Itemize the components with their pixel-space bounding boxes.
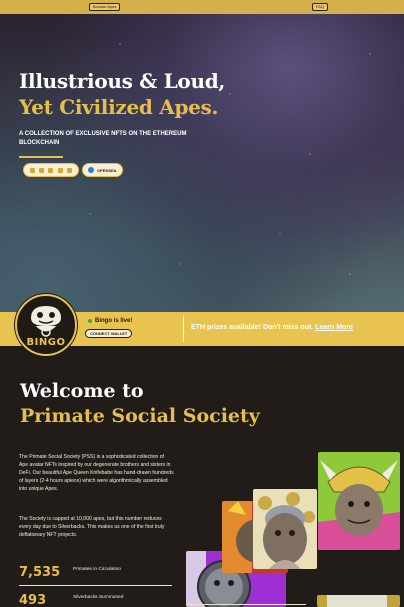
social-links: [23, 163, 79, 177]
prize-text: ETH prizes available! Don't miss out.: [191, 324, 314, 331]
ape-nft-image: [253, 489, 317, 569]
hero-divider: [19, 156, 63, 158]
ape-nft-image: [317, 595, 400, 607]
stat-label: Primates in Circulation: [73, 567, 121, 572]
logo-text: BINGO: [26, 337, 66, 348]
prize-message: ETH prizes available! Don't miss out. Le…: [191, 324, 353, 331]
stat-silverbacks-summoned: 493 Silverbacks Summoned: [19, 593, 172, 607]
telegram-icon[interactable]: [57, 167, 63, 173]
browse-apes-button[interactable]: Browse Apes: [89, 3, 121, 11]
opensea-button[interactable]: OPENSEA: [82, 163, 123, 177]
about-paragraph-2: The Society is capped at 10,000 apes, bu…: [19, 516, 165, 539]
bingo-live-text: Bingo is live!: [95, 318, 133, 324]
ape-nft-image: [318, 452, 400, 550]
instagram-icon[interactable]: [48, 167, 54, 173]
top-bar: Browse Apes FAQ: [0, 0, 404, 14]
welcome-heading-line1: Welcome to: [20, 380, 144, 402]
welcome-heading-line2: Primate Social Society: [20, 405, 260, 427]
hero-subtitle: A COLLECTION OF EXCLUSIVE NFTs ON THE ET…: [19, 131, 187, 146]
hero-title: Illustrious & Loud, Yet Civilized Apes.: [19, 68, 225, 120]
twitter-icon[interactable]: [30, 167, 36, 173]
bingo-logo[interactable]: BINGO: [15, 294, 77, 356]
reddit-icon[interactable]: [66, 167, 72, 173]
welcome-heading: Welcome to Primate Social Society: [20, 379, 260, 429]
banner-divider: [183, 316, 184, 342]
hero-title-line2: Yet Civilized Apes.: [19, 95, 219, 119]
hero-section: Illustrious & Loud, Yet Civilized Apes. …: [0, 14, 404, 312]
opensea-icon: [88, 167, 94, 173]
opensea-label: OPENSEA: [97, 167, 117, 173]
hero-title-line1: Illustrious & Loud,: [19, 69, 226, 93]
bingo-live-status: Bingo is live!: [88, 318, 132, 324]
stat-label: Silverbacks Summoned: [73, 595, 124, 600]
discord-icon[interactable]: [39, 167, 45, 173]
connect-wallet-button[interactable]: CONNECT WALLET: [85, 329, 133, 338]
stat-primates-circulation: 7,535 Primates in Circulation: [19, 565, 172, 586]
learn-more-link[interactable]: Learn More: [315, 324, 353, 331]
faq-button[interactable]: FAQ: [312, 3, 329, 11]
section-divider: [186, 604, 306, 605]
about-paragraph-1: The Primate Social Society (PSS) is a so…: [19, 454, 174, 493]
live-indicator-dot: [88, 319, 92, 323]
